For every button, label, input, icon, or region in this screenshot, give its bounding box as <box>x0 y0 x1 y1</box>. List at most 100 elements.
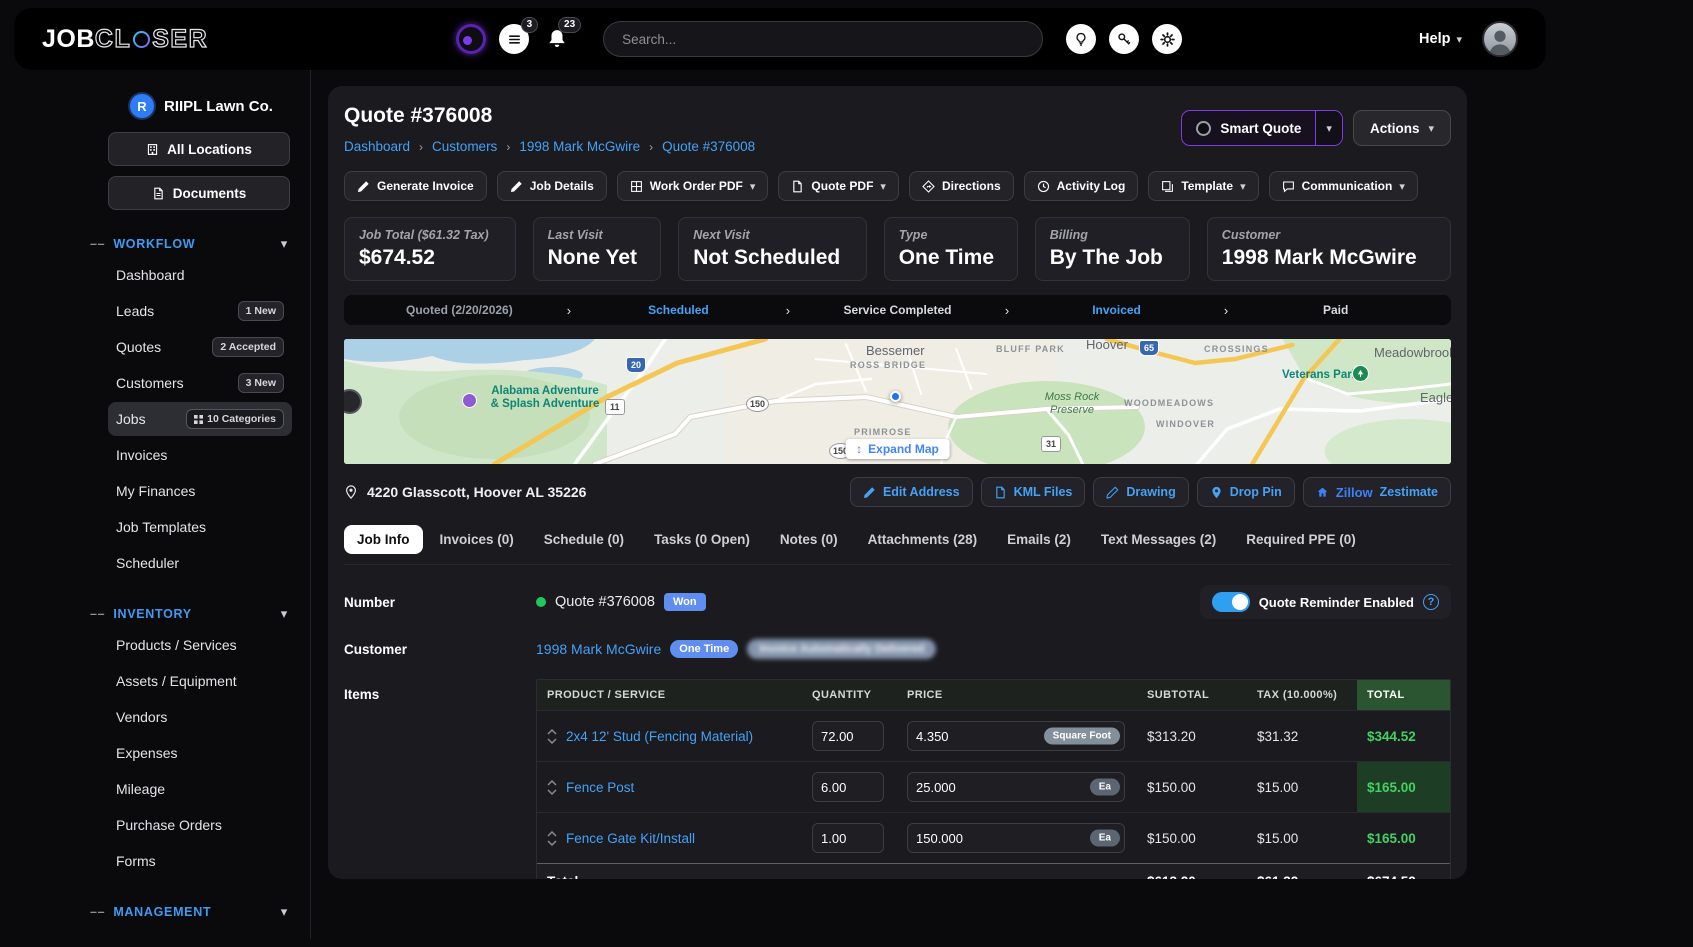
activity-log-button[interactable]: Activity Log <box>1024 171 1139 201</box>
expand-map-button[interactable]: ↕ Expand Map <box>845 439 950 459</box>
user-avatar[interactable] <box>1482 21 1518 57</box>
breadcrumb-quote[interactable]: Quote #376008 <box>662 139 755 154</box>
breadcrumb-customers[interactable]: Customers <box>432 139 497 154</box>
product-link[interactable]: Fence Post <box>566 780 634 795</box>
notifications-button[interactable]: 23 <box>542 24 572 54</box>
expand-icon: ↕ <box>856 442 862 456</box>
chevron-right-icon: › <box>419 140 423 154</box>
sidebar-item-job-templates[interactable]: Job Templates <box>108 510 292 544</box>
quantity-input[interactable] <box>812 823 884 853</box>
tab-job-info[interactable]: Job Info <box>344 525 423 554</box>
app-logo[interactable]: JOBCLSER <box>42 25 208 54</box>
sidebar-item-expenses[interactable]: Expenses <box>108 736 292 770</box>
sidebar-item-invoices[interactable]: Invoices <box>108 438 292 472</box>
chevron-up-icon[interactable] <box>547 729 557 735</box>
sidebar-item-scheduler[interactable]: Scheduler <box>108 546 292 580</box>
quantity-input[interactable] <box>812 772 884 802</box>
chevron-down-icon: ▾ <box>281 236 288 252</box>
sidebar-item-label: Job Templates <box>116 519 206 535</box>
chevron-up-icon[interactable] <box>547 831 557 837</box>
tab-schedule[interactable]: Schedule (0) <box>531 525 637 554</box>
smart-quote-caret-button[interactable]: ▾ <box>1315 111 1342 145</box>
tab-tasks[interactable]: Tasks (0 Open) <box>641 525 763 554</box>
quote-reminder-toggle[interactable] <box>1212 592 1250 612</box>
tab-attachments[interactable]: Attachments (28) <box>855 525 991 554</box>
all-locations-button[interactable]: All Locations <box>108 132 290 166</box>
sidebar-item-my-finances[interactable]: My Finances <box>108 474 292 508</box>
sidebar-item-label: Quotes <box>116 339 161 355</box>
ideas-button[interactable] <box>1066 24 1096 54</box>
sidebar-section-workflow[interactable]: –– WORKFLOW ▾ <box>90 236 292 252</box>
smart-quote-button[interactable]: Smart Quote <box>1182 111 1315 145</box>
kml-files-button[interactable]: KML Files <box>981 477 1086 507</box>
sidebar-item-mileage[interactable]: Mileage <box>108 772 292 806</box>
drop-pin-button[interactable]: Drop Pin <box>1197 477 1295 507</box>
sidebar-item-assets-equipment[interactable]: Assets / Equipment <box>108 664 292 698</box>
navbar-right: Help ▾ <box>1419 21 1518 57</box>
zillow-zestimate-button[interactable]: Zillow Zestimate <box>1303 477 1451 507</box>
customer-link[interactable]: 1998 Mark McGwire <box>536 641 661 657</box>
sidebar-item-forms[interactable]: Forms <box>108 844 292 878</box>
sidebar-item-label: Leads <box>116 303 154 319</box>
sidebar-item-customers[interactable]: Customers 3 New <box>108 366 292 400</box>
pipeline-invoiced[interactable]: Invoiced <box>1009 303 1224 317</box>
pipeline-paid[interactable]: Paid <box>1228 303 1443 317</box>
sidebar-item-vendors[interactable]: Vendors <box>108 700 292 734</box>
job-details-button[interactable]: Job Details <box>497 171 607 201</box>
search-input[interactable] <box>603 21 1043 57</box>
reorder-handle[interactable] <box>547 831 557 846</box>
amusement-park-pin-icon[interactable] <box>462 393 477 408</box>
quote-pdf-button[interactable]: Quote PDF ▾ <box>778 171 899 201</box>
chevron-down-icon[interactable] <box>547 789 557 795</box>
quantity-input[interactable] <box>812 721 884 751</box>
actions-button[interactable]: Actions ▾ <box>1353 110 1451 146</box>
tab-required-ppe[interactable]: Required PPE (0) <box>1233 525 1369 554</box>
list-icon <box>507 32 522 47</box>
sidebar-item-label: Invoices <box>116 447 167 463</box>
drawing-button[interactable]: Drawing <box>1093 477 1188 507</box>
documents-button[interactable]: Documents <box>108 176 290 210</box>
pipeline-service-completed[interactable]: Service Completed <box>790 303 1005 317</box>
reorder-handle[interactable] <box>547 729 557 744</box>
chevron-up-icon[interactable] <box>547 780 557 786</box>
reorder-handle[interactable] <box>547 780 557 795</box>
generate-invoice-button[interactable]: Generate Invoice <box>344 171 487 201</box>
breadcrumb-dashboard[interactable]: Dashboard <box>344 139 410 154</box>
smart-assistant-button[interactable] <box>456 24 486 54</box>
product-link[interactable]: 2x4 12' Stud (Fencing Material) <box>566 729 753 744</box>
sidebar-item-quotes[interactable]: Quotes 2 Accepted <box>108 330 292 364</box>
number-label: Number <box>344 595 536 610</box>
settings-button[interactable] <box>1152 24 1182 54</box>
chevron-down-icon[interactable] <box>547 738 557 744</box>
tab-text-messages[interactable]: Text Messages (2) <box>1088 525 1229 554</box>
company-row[interactable]: R RIIPL Lawn Co. <box>90 94 292 118</box>
template-button[interactable]: Template ▾ <box>1148 171 1258 201</box>
communication-button[interactable]: Communication ▾ <box>1269 171 1418 201</box>
sidebar-item-jobs[interactable]: Jobs 10 Categories <box>108 402 292 436</box>
tab-notes[interactable]: Notes (0) <box>767 525 851 554</box>
sidebar-section-management[interactable]: –– MANAGEMENT ▾ <box>90 904 292 920</box>
sidebar-item-products-services[interactable]: Products / Services <box>108 628 292 662</box>
breadcrumb-customer-name[interactable]: 1998 Mark McGwire <box>519 139 640 154</box>
job-location-marker[interactable] <box>890 391 901 402</box>
map[interactable]: Alabama Adventure & Splash Adventure Bes… <box>344 339 1451 464</box>
pipeline-scheduled[interactable]: Scheduled <box>571 303 786 317</box>
product-link[interactable]: Fence Gate Kit/Install <box>566 831 695 846</box>
sidebar-item-purchase-orders[interactable]: Purchase Orders <box>108 808 292 842</box>
help-menu[interactable]: Help ▾ <box>1419 31 1462 47</box>
tab-invoices[interactable]: Invoices (0) <box>427 525 527 554</box>
directions-button[interactable]: Directions <box>909 171 1014 201</box>
sidebar-item-dashboard[interactable]: Dashboard <box>108 258 292 292</box>
chevron-down-icon[interactable] <box>547 840 557 846</box>
work-order-pdf-button[interactable]: Work Order PDF ▾ <box>617 171 769 201</box>
tab-emails[interactable]: Emails (2) <box>994 525 1084 554</box>
park-pin-icon[interactable] <box>1352 365 1369 382</box>
help-icon[interactable]: ? <box>1423 594 1439 610</box>
pipeline-quoted[interactable]: Quoted (2/20/2026) <box>352 303 567 317</box>
sidebar-item-leads[interactable]: Leads 1 New <box>108 294 292 328</box>
sidebar-section-inventory[interactable]: –– INVENTORY ▾ <box>90 606 292 622</box>
stat-next-visit: Next Visit Not Scheduled <box>678 217 866 281</box>
edit-address-button[interactable]: Edit Address <box>850 477 973 507</box>
keys-button[interactable] <box>1109 24 1139 54</box>
tasks-button[interactable]: 3 <box>499 24 529 54</box>
